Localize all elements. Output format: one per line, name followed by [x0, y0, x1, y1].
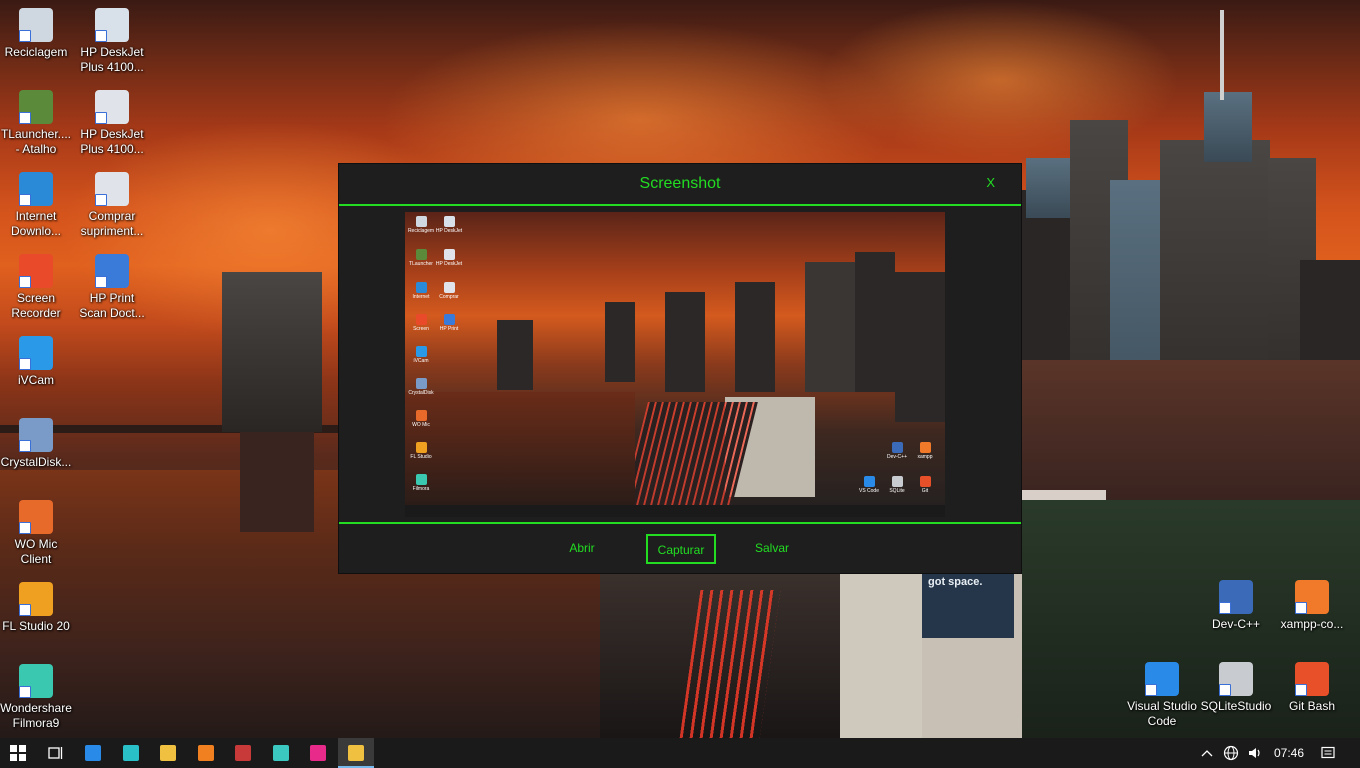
screenshot-app-icon [347, 745, 364, 761]
taskbar: 07:46 [0, 738, 1360, 768]
icon-reciclagem[interactable]: Reciclagem [0, 8, 74, 60]
stack-icon [272, 745, 289, 761]
icon-git-bash-label: Git Bash [1288, 699, 1336, 713]
icon-fl-studio-label: FL Studio 20 [2, 619, 70, 633]
media-icon [310, 745, 326, 761]
icon-screen-recorder[interactable]: Screen Recorder [0, 254, 74, 321]
title-divider [339, 204, 1021, 206]
taskbar-edge[interactable] [113, 738, 149, 768]
vscode-icon [85, 745, 101, 761]
taskbar-access[interactable] [225, 738, 261, 768]
screenshot-app-window: Screenshot X Reciclagem HP DeskJet TLaun… [338, 163, 1022, 574]
icon-sqlitestudio[interactable]: SQLiteStudio [1198, 662, 1274, 714]
access-icon [235, 745, 251, 761]
icon-comprar[interactable]: Comprar supriment... [74, 172, 150, 239]
filmora-icon [19, 664, 53, 698]
printer-icon [95, 8, 129, 42]
network-icon[interactable] [1220, 738, 1242, 768]
minecraft-icon [19, 90, 53, 124]
billboard-text: got space. [928, 576, 983, 588]
icon-internet-download[interactable]: Internet Downlo... [0, 172, 74, 239]
printer-icon [95, 90, 129, 124]
windows-start-icon [10, 745, 26, 761]
icon-dev-cpp-label: Dev-C++ [1211, 617, 1261, 631]
icon-vscode[interactable]: Visual Studio Code [1124, 662, 1200, 729]
dev-cpp-icon [1219, 580, 1253, 614]
icon-tlauncher[interactable]: TLauncher.... - Atalho [0, 90, 74, 157]
taskbar-avast[interactable] [188, 738, 224, 768]
task-view-icon [47, 745, 64, 761]
printer-cart-icon [95, 172, 129, 206]
icon-reciclagem-label: Reciclagem [4, 45, 68, 59]
icon-filmora-label: Wondershare Filmora9 [0, 701, 72, 730]
icon-vscode-label: Visual Studio Code [1127, 699, 1197, 728]
billboard: got space. [922, 570, 1014, 638]
camera-icon [19, 336, 53, 370]
icon-fl-studio[interactable]: FL Studio 20 [0, 582, 74, 634]
notification-icon[interactable] [1316, 738, 1340, 768]
icon-xampp-label: xampp-co... [1280, 617, 1344, 631]
idm-icon [19, 172, 53, 206]
capture-button[interactable]: Capturar [646, 534, 716, 564]
screenshot-preview: Reciclagem HP DeskJet TLauncher HP DeskJ… [405, 212, 945, 517]
scan-icon [95, 254, 129, 288]
microphone-icon [19, 500, 53, 534]
icon-git-bash[interactable]: Git Bash [1274, 662, 1350, 714]
icon-crystaldisk[interactable]: CrystalDisk... [0, 418, 74, 470]
icon-internet-download-label: Internet Downlo... [10, 209, 62, 238]
icon-wo-mic[interactable]: WO Mic Client [0, 500, 74, 567]
icon-hp-deskjet-2-label: HP DeskJet Plus 4100... [80, 127, 144, 156]
close-button[interactable]: X [986, 175, 995, 190]
bottom-divider [339, 522, 1021, 524]
icon-hp-deskjet-1[interactable]: HP DeskJet Plus 4100... [74, 8, 150, 75]
xampp-icon [1295, 580, 1329, 614]
database-icon [1219, 662, 1253, 696]
save-button[interactable]: Salvar [739, 534, 805, 564]
taskbar-start[interactable] [0, 738, 36, 768]
taskbar-screenshot-app[interactable] [337, 738, 374, 768]
vscode-icon [1145, 662, 1179, 696]
clock[interactable]: 07:46 [1270, 738, 1308, 768]
taskbar-task-view[interactable] [38, 738, 74, 768]
taskbar-stack[interactable] [263, 738, 299, 768]
icon-hp-deskjet-2[interactable]: HP DeskJet Plus 4100... [74, 90, 150, 157]
disk-icon [19, 418, 53, 452]
icon-dev-cpp[interactable]: Dev-C++ [1198, 580, 1274, 632]
record-icon [19, 254, 53, 288]
recycle-bin-icon [19, 8, 53, 42]
icon-comprar-label: Comprar supriment... [80, 209, 144, 238]
icon-ivcam-label: iVCam [17, 373, 54, 387]
icon-hp-print-scan-label: HP Print Scan Doct... [79, 291, 145, 320]
icon-sqlitestudio-label: SQLiteStudio [1200, 699, 1272, 713]
taskbar-file-explorer[interactable] [150, 738, 186, 768]
fl-studio-icon [19, 582, 53, 616]
button-row: Abrir Capturar Salvar [339, 534, 1021, 566]
icon-hp-print-scan[interactable]: HP Print Scan Doct... [74, 254, 150, 321]
volume-icon[interactable] [1244, 738, 1266, 768]
edge-icon [122, 745, 139, 761]
git-icon [1295, 662, 1329, 696]
app-title: Screenshot [639, 175, 721, 192]
open-button[interactable]: Abrir [549, 534, 615, 564]
icon-xampp[interactable]: xampp-co... [1274, 580, 1350, 632]
chevron-up-icon[interactable] [1196, 738, 1218, 768]
icon-tlauncher-label: TLauncher.... - Atalho [0, 127, 72, 156]
taskbar-media[interactable] [300, 738, 336, 768]
icon-screen-recorder-label: Screen Recorder [11, 291, 61, 320]
folder-icon [160, 745, 176, 761]
icon-ivcam[interactable]: iVCam [0, 336, 74, 388]
icon-crystaldisk-label: CrystalDisk... [0, 455, 72, 469]
taskbar-vscode[interactable] [75, 738, 111, 768]
icon-wo-mic-label: WO Mic Client [14, 537, 58, 566]
avast-icon [197, 745, 214, 761]
icon-filmora[interactable]: Wondershare Filmora9 [0, 664, 74, 731]
icon-hp-deskjet-1-label: HP DeskJet Plus 4100... [80, 45, 144, 74]
